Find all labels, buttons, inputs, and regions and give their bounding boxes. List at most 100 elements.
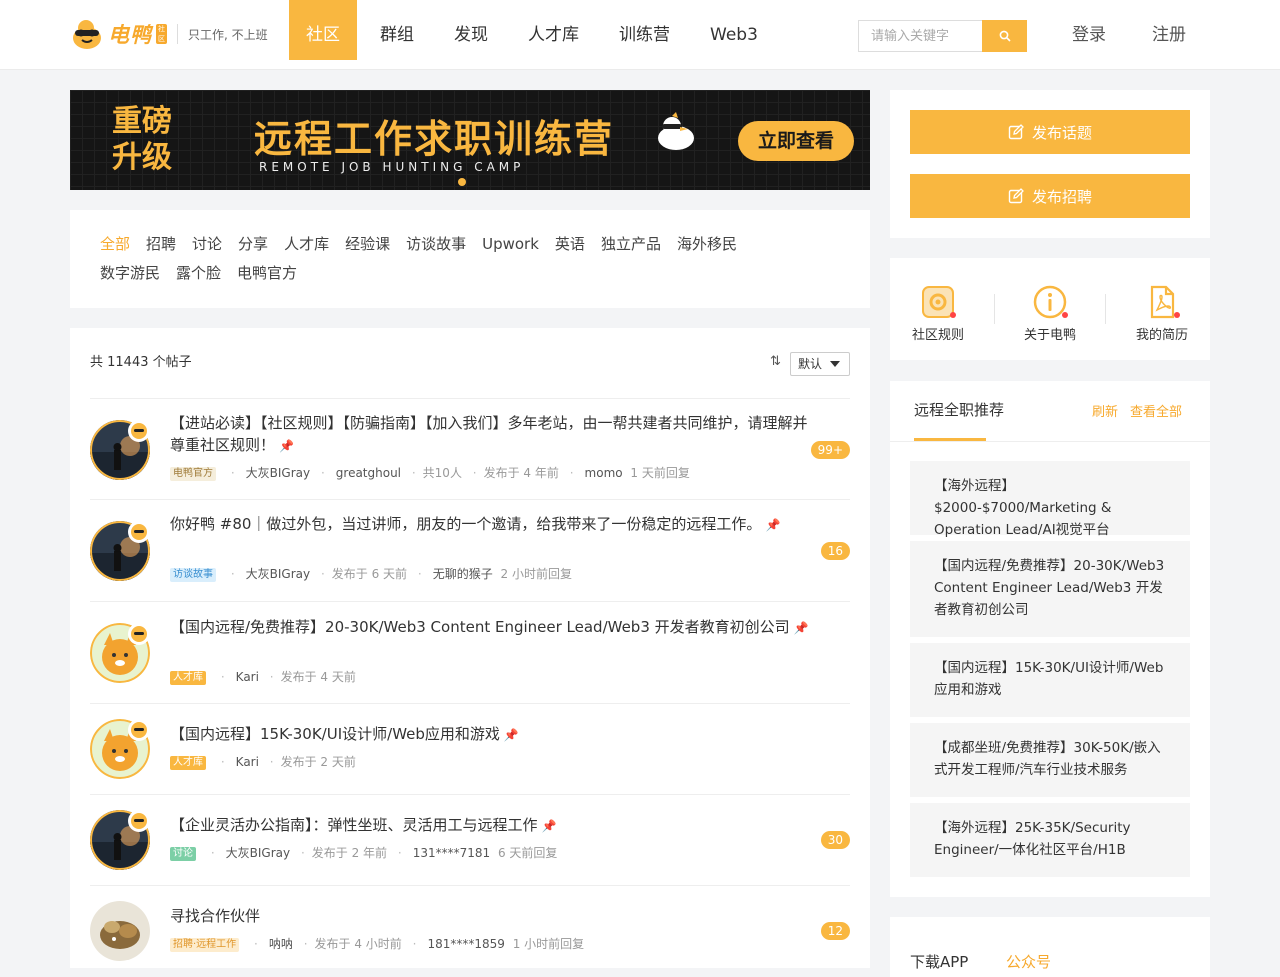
post-author[interactable]: Kari [236,755,259,769]
category-upwork[interactable]: Upwork [482,230,539,259]
post-author[interactable]: 大灰BIGray [246,567,310,581]
post-author[interactable]: 大灰BIGray [246,466,310,480]
category-english[interactable]: 英语 [555,230,585,259]
category-share[interactable]: 分享 [238,230,268,259]
post-tag[interactable]: 讨论 [170,847,196,861]
post-meta: 人才库 · Kari · 发布于 4 天前 [170,668,356,685]
category-immigration[interactable]: 海外移民 [677,230,737,259]
category-nomad[interactable]: 数字游民 [100,259,160,288]
recommend-title[interactable]: 远程全职推荐 [914,399,1004,420]
nav-web3[interactable]: Web3 [690,0,778,60]
nav-groups[interactable]: 群组 [357,0,434,60]
notification-dot [950,312,956,318]
publish-topic-button[interactable]: 发布话题 [910,110,1190,154]
reply-count-badge: 12 [820,922,850,940]
nav-camp[interactable]: 训练营 [599,0,690,60]
post-tag[interactable]: 招聘·远程工作 [170,938,240,952]
sort-dropdown[interactable]: 默认 [790,352,850,376]
carousel-indicator[interactable] [458,178,466,186]
post-title-text: 【进站必读】【社区规则】【防骗指南】【加入我们】多年老站，由一帮共建者共同维护，… [170,414,808,454]
login-link[interactable]: 登录 [1072,0,1106,70]
reply-count-badge: 30 [820,831,850,849]
tab-download-app[interactable]: 下载APP [910,951,968,972]
banner-upgrade-text: 重磅 升级 [112,104,192,176]
search-button[interactable] [982,20,1027,52]
last-reply-time: 6 天前回复 [497,846,558,860]
post-title[interactable]: 【国内远程/免费推荐】20-30K/Web3 Content Engineer … [170,616,810,639]
post-meta: 电鸭官方 · 大灰BIGray · greatghoul · 共10人 · 发布于 4 … [170,464,690,481]
post-tag[interactable]: 访谈故事 [170,568,216,582]
category-interview[interactable]: 访谈故事 [406,230,466,259]
publish-job-label: 发布招聘 [1031,187,1092,206]
link-about[interactable]: 关于电鸭 [1005,284,1095,343]
brand-slogan: 只工作, 不上班 [188,27,268,42]
category-all[interactable]: 全部 [100,230,130,259]
post-title[interactable]: 【进站必读】【社区规则】【防骗指南】【加入我们】多年老站，由一帮共建者共同维护，… [170,412,810,457]
nav-community[interactable]: 社区 [289,0,357,60]
link-label: 我的简历 [1135,328,1188,343]
tab-official-account[interactable]: 公众号 [1006,951,1051,972]
register-link[interactable]: 注册 [1152,0,1186,70]
last-reply-time: 2 小时前回复 [500,567,572,581]
recommend-item[interactable]: 【海外远程】25K-35K/Security Engineer/一体化社区平台/… [910,803,1190,877]
post-meta: 人才库 · Kari · 发布于 2 天前 [170,753,356,770]
last-reply-user[interactable]: 181****1859 [427,937,504,951]
refresh-link[interactable]: 刷新 [1092,401,1118,420]
post-tag[interactable]: 人才库 [170,671,206,685]
recommend-item[interactable]: 【成都坐班/免费推荐】30K-50K/嵌入式开发工程师/汽车行业技术服务 [910,723,1190,797]
pin-icon: 📌 [279,439,294,453]
post-title[interactable]: 【企业灵活办公指南】：弹性坐班、灵活用工与远程工作 📌 [170,814,810,837]
search-input[interactable] [858,20,982,52]
nav-talent[interactable]: 人才库 [508,0,599,60]
category-filter: 全部 招聘 讨论 分享 人才库 经验课 访谈故事 Upwork 英语 独立产品 … [70,210,870,308]
link-label: 社区规则 [911,328,964,343]
post-published: 发布于 2 年前 [311,846,388,860]
last-reply-user[interactable]: momo [585,466,623,480]
post-tag[interactable]: 人才库 [170,756,206,770]
post-author[interactable]: 呐呐 [269,937,293,951]
post-title[interactable]: 你好鸭 #80｜做过外包，当过讲师，朋友的一个邀请，给我带来了一份稳定的远程工作… [170,513,810,536]
post-coauthor[interactable]: greatghoul [336,466,401,480]
avatar[interactable] [90,901,150,961]
post-title-text: 寻找合作伙伴 [170,907,261,925]
edit-icon [1008,188,1024,204]
view-all-link[interactable]: 查看全部 [1130,401,1182,420]
duck-mascot-icon [654,112,698,152]
last-reply-user[interactable]: 131****7181 [413,846,490,860]
post-item: 【企业灵活办公指南】：弹性坐班、灵活用工与远程工作 📌 讨论 · 大灰BIGray … [90,794,850,885]
link-community-rules[interactable]: 社区规则 [893,284,983,343]
post-author[interactable]: 大灰BIGray [226,846,290,860]
recommend-item[interactable]: 【海外远程】$2000-$7000/Marketing & Operation … [910,461,1190,538]
banner-subtitle: REMOTE JOB HUNTING CAMP [259,160,525,174]
category-official[interactable]: 电鸭官方 [237,259,297,288]
category-talent[interactable]: 人才库 [284,230,329,259]
last-reply-user[interactable]: 无聊的猴子 [433,567,493,581]
sort-icon: ⇅ [770,354,781,369]
pin-icon: 📌 [503,728,519,742]
publish-job-button[interactable]: 发布招聘 [910,174,1190,218]
post-author[interactable]: Kari [236,670,259,684]
category-jobs[interactable]: 招聘 [146,230,176,259]
sort-value: 默认 [798,357,823,371]
nav-discover[interactable]: 发现 [434,0,508,60]
post-title[interactable]: 【国内远程】15K-30K/UI设计师/Web应用和游戏 📌 [170,723,810,746]
banner-left-line-1: 重磅 [112,104,172,139]
recommend-item[interactable]: 【国内远程】15K-30K/UI设计师/Web应用和游戏 [910,643,1190,717]
duck-badge-icon [128,521,150,543]
divider [994,294,995,324]
promo-banner[interactable]: 重磅 升级 远程工作求职训练营 REMOTE JOB HUNTING CAMP … [70,90,870,190]
banner-view-button[interactable]: 立即查看 [738,121,854,161]
category-indie[interactable]: 独立产品 [601,230,661,259]
link-my-resume[interactable]: 我的简历 [1117,284,1207,343]
category-discussion[interactable]: 讨论 [192,230,222,259]
post-title[interactable]: 寻找合作伙伴 [170,905,810,927]
category-face[interactable]: 露个脸 [176,259,221,288]
post-item: 【国内远程/免费推荐】20-30K/Web3 Content Engineer … [90,601,850,703]
site-logo[interactable]: 电鸭 社区 只工作, 不上班 [70,18,268,50]
pdf-file-icon [1144,284,1180,320]
post-title-text: 你好鸭 #80｜做过外包，当过讲师，朋友的一个邀请，给我带来了一份稳定的远程工作… [170,515,762,533]
category-experience[interactable]: 经验课 [345,230,390,259]
post-tag[interactable]: 电鸭官方 [170,467,216,481]
publish-topic-label: 发布话题 [1031,123,1092,142]
recommend-item[interactable]: 【国内远程/免费推荐】20-30K/Web3 Content Engineer … [910,541,1190,637]
